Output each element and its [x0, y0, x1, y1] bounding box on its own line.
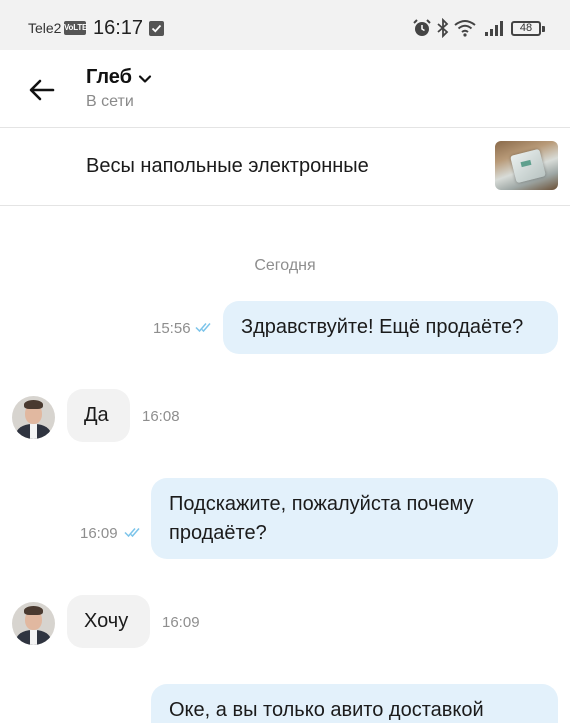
- signal-icon: [485, 21, 503, 36]
- incoming-message[interactable]: Да: [67, 389, 130, 442]
- message-time: 16:09: [80, 525, 118, 542]
- contact-name[interactable]: Глеб: [86, 66, 132, 89]
- chat-header: Глеб В сети: [0, 50, 570, 128]
- battery-icon: 48: [511, 21, 541, 36]
- carrier-label: Tele2: [28, 20, 62, 36]
- listing-title[interactable]: Весы напольные электронные: [86, 155, 369, 178]
- notification-check-icon: [149, 21, 164, 36]
- message-text: Здравствуйте! Ещё продаёте?: [241, 316, 524, 338]
- message-text: Оке, а вы только авито доставкой: [169, 699, 484, 721]
- scale-image: [510, 148, 546, 184]
- wifi-icon: [454, 20, 476, 37]
- message-time: 16:08: [142, 408, 180, 425]
- message-text-line: Подскажите, пожалуйста почему: [169, 493, 474, 515]
- contact-avatar[interactable]: [12, 396, 55, 439]
- chevron-down-icon[interactable]: [136, 70, 154, 88]
- outgoing-message[interactable]: Подскажите, пожалуйста почему продаёте?: [151, 478, 558, 559]
- incoming-message[interactable]: Хочу: [67, 595, 150, 648]
- volte-badge: VoLTE: [64, 21, 87, 35]
- back-arrow-icon[interactable]: [26, 74, 58, 106]
- outgoing-message[interactable]: Оке, а вы только авито доставкой: [151, 684, 558, 723]
- listing-thumbnail[interactable]: [495, 141, 558, 190]
- battery-tip: [542, 26, 545, 32]
- contact-status: В сети: [86, 93, 134, 110]
- contact-avatar[interactable]: [12, 602, 55, 645]
- message-text-line: продаёте?: [169, 522, 267, 544]
- message-time: 15:56: [153, 320, 191, 337]
- status-bar: Tele2 VoLTE 16:17 48: [0, 0, 570, 50]
- status-time: 16:17: [93, 17, 144, 39]
- alarm-icon: [413, 19, 431, 36]
- read-ticks-icon: [124, 528, 140, 538]
- bluetooth-icon: [437, 18, 449, 38]
- message-text: Хочу: [84, 610, 129, 632]
- listing-preview[interactable]: Весы напольные электронные: [0, 128, 570, 206]
- read-ticks-icon: [195, 323, 211, 333]
- outgoing-message[interactable]: Здравствуйте! Ещё продаёте?: [223, 301, 558, 354]
- date-separator: Сегодня: [254, 257, 316, 274]
- message-text: Да: [84, 404, 109, 426]
- chat-screen: Tele2 VoLTE 16:17 48 Глеб В сети Весы на…: [0, 0, 570, 723]
- message-time: 16:09: [162, 614, 200, 631]
